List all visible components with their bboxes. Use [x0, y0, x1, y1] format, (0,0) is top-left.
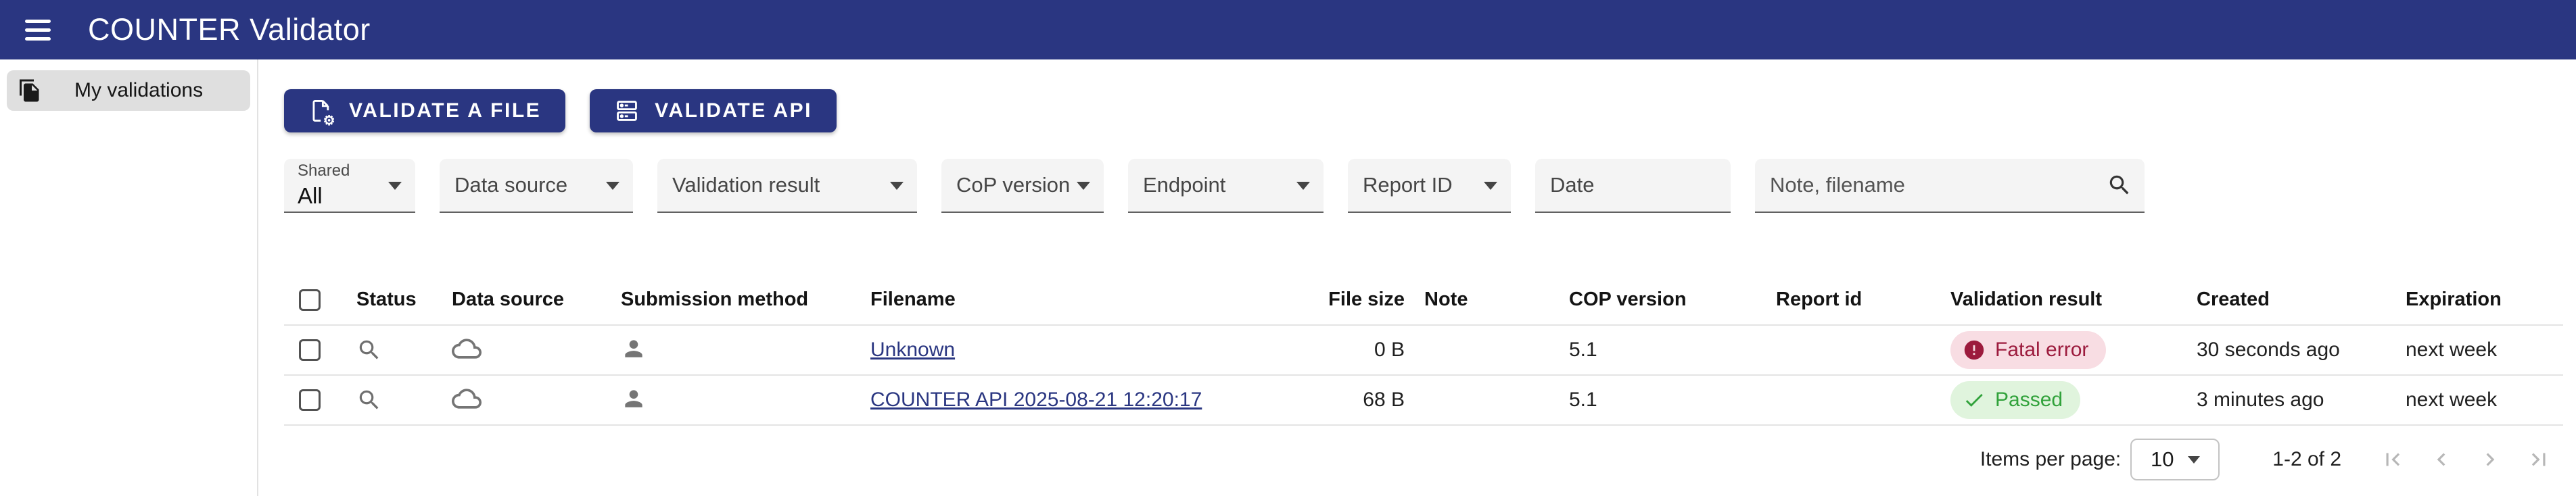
person-icon — [621, 386, 870, 415]
chevron-down-icon — [1296, 182, 1310, 190]
file-gear-icon: ⚙ — [308, 98, 335, 128]
filter-shared-text: Shared All — [284, 159, 350, 212]
filter-shared-value: All — [298, 183, 323, 208]
filter-cop-version-select[interactable]: CoP version — [941, 159, 1104, 213]
col-validation-result: Validation result — [1950, 289, 2102, 310]
table-row: Unknown 0 B 5.1 Fatal error 30 seconds a… — [284, 326, 2563, 376]
status-badge: Fatal error — [1950, 331, 2107, 369]
table-header-row: Status Data source Submission method Fil… — [284, 275, 2563, 326]
first-page-button[interactable] — [2368, 439, 2417, 480]
app-header: COUNTER Validator — [0, 0, 2576, 59]
previous-page-button[interactable] — [2417, 439, 2466, 480]
search-input[interactable] — [1755, 159, 2080, 212]
filter-cop-version-label: CoP version — [956, 173, 1071, 197]
row-checkbox[interactable] — [299, 389, 321, 411]
sidebar-item-my-validations[interactable]: My validations — [7, 70, 250, 111]
validate-file-button[interactable]: ⚙ VALIDATE A FILE — [284, 89, 566, 132]
search-icon[interactable] — [2107, 172, 2132, 198]
filter-data-source-label: Data source — [454, 173, 568, 197]
validations-table: Status Data source Submission method Fil… — [284, 275, 2563, 426]
col-expiration: Expiration — [2406, 289, 2502, 310]
sidebar: My validations — [0, 59, 258, 496]
menu-button[interactable] — [16, 8, 60, 51]
next-page-button[interactable] — [2466, 439, 2514, 480]
main-content: ⚙ VALIDATE A FILE VALIDATE API Shared Al… — [258, 59, 2576, 496]
created-cell: 3 minutes ago — [2197, 389, 2324, 411]
cloud-icon — [452, 334, 621, 367]
documents-icon — [18, 78, 42, 103]
magnifier-icon[interactable] — [356, 387, 452, 413]
cop-version-cell: 5.1 — [1569, 339, 1597, 361]
filter-data-source-select[interactable]: Data source — [440, 159, 633, 213]
pagination-bar: Items per page: 10 1-2 of 2 — [284, 426, 2563, 493]
items-per-page-select[interactable]: 10 — [2130, 439, 2220, 480]
first-page-icon — [2386, 453, 2400, 466]
filter-endpoint-select[interactable]: Endpoint — [1128, 159, 1324, 213]
filename-link[interactable]: COUNTER API 2025-08-21 12:20:17 — [870, 389, 1269, 412]
chevron-down-icon — [2187, 455, 2200, 464]
filter-bar: Shared All Data source Validation result… — [284, 159, 2563, 213]
status-badge-label: Fatal error — [1995, 339, 2089, 361]
filter-report-id-label: Report ID — [1363, 173, 1453, 197]
pager-controls — [2368, 439, 2563, 480]
chevron-down-icon — [1484, 182, 1497, 190]
validate-api-label: VALIDATE API — [655, 99, 812, 122]
error-icon — [1964, 340, 1984, 360]
chevron-down-icon — [606, 182, 619, 190]
gear-icon: ⚙ — [323, 114, 337, 128]
chevron-left-icon — [2437, 453, 2445, 466]
select-all-checkbox[interactable] — [299, 289, 321, 311]
file-size-cell: 0 B — [1374, 339, 1405, 361]
chevron-down-icon — [1077, 182, 1090, 190]
check-icon — [1965, 393, 1983, 407]
cloud-icon — [452, 384, 621, 417]
filter-validation-result-label: Validation result — [672, 173, 820, 197]
chevron-down-icon — [890, 182, 904, 190]
status-badge: Passed — [1950, 381, 2081, 419]
file-size-cell: 68 B — [1363, 389, 1405, 411]
filter-date-label: Date — [1550, 173, 1595, 197]
col-created: Created — [2197, 289, 2270, 310]
col-cop-version: COP version — [1569, 289, 1687, 310]
validate-file-label: VALIDATE A FILE — [349, 99, 542, 122]
hamburger-icon — [25, 19, 51, 41]
last-page-button[interactable] — [2514, 439, 2563, 480]
col-data-source: Data source — [452, 289, 565, 310]
filter-search-field — [1755, 159, 2145, 213]
col-note: Note — [1424, 289, 1468, 310]
col-file-size: File size — [1328, 289, 1405, 310]
server-icon — [614, 98, 640, 124]
row-checkbox[interactable] — [299, 339, 321, 361]
page-range: 1-2 of 2 — [2272, 448, 2341, 470]
filter-date-field[interactable]: Date — [1535, 159, 1731, 213]
app-title: COUNTER Validator — [88, 12, 371, 47]
filter-report-id-select[interactable]: Report ID — [1348, 159, 1511, 213]
filter-validation-result-select[interactable]: Validation result — [657, 159, 917, 213]
col-filename: Filename — [870, 289, 956, 310]
filter-shared-select[interactable]: Shared All — [284, 159, 415, 213]
status-badge-label: Passed — [1995, 389, 2063, 411]
filter-endpoint-label: Endpoint — [1143, 173, 1226, 197]
items-per-page-label: Items per page: — [1980, 448, 2122, 470]
person-icon — [621, 336, 870, 365]
action-buttons: ⚙ VALIDATE A FILE VALIDATE API — [284, 89, 2563, 132]
table-row: COUNTER API 2025-08-21 12:20:17 68 B 5.1… — [284, 376, 2563, 426]
col-submission-method: Submission method — [621, 289, 809, 310]
validate-api-button[interactable]: VALIDATE API — [590, 89, 837, 132]
last-page-icon — [2531, 453, 2546, 466]
col-report-id: Report id — [1776, 289, 1863, 310]
created-cell: 30 seconds ago — [2197, 339, 2340, 361]
chevron-down-icon — [388, 182, 402, 190]
col-status: Status — [356, 289, 417, 310]
magnifier-icon[interactable] — [356, 337, 452, 363]
sidebar-item-label: My validations — [74, 79, 204, 101]
items-per-page-value: 10 — [2151, 447, 2174, 471]
expiration-cell: next week — [2406, 389, 2498, 411]
filter-shared-label: Shared — [298, 162, 350, 180]
chevron-right-icon — [2486, 453, 2495, 466]
cop-version-cell: 5.1 — [1569, 389, 1597, 411]
expiration-cell: next week — [2406, 339, 2498, 361]
filename-link[interactable]: Unknown — [870, 339, 1269, 362]
